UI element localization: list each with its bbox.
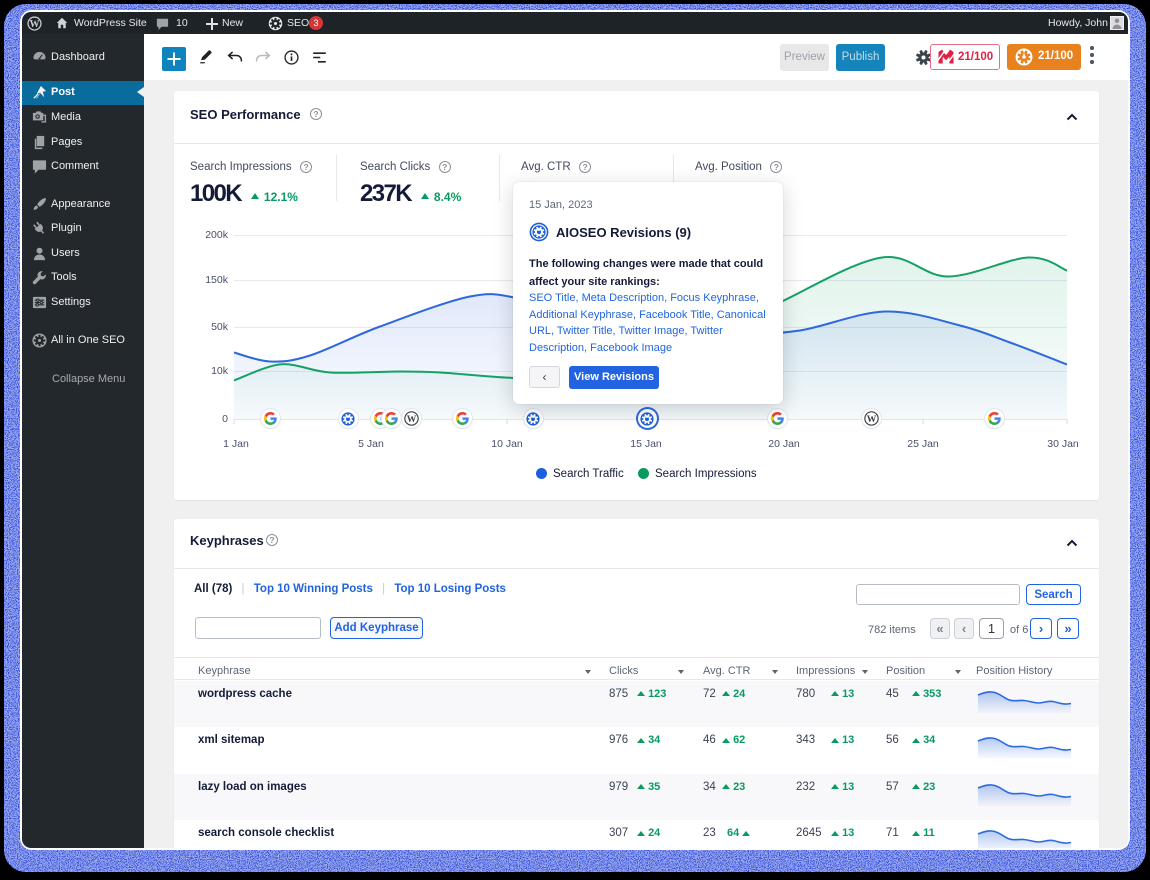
- svg-text:W: W: [29, 19, 39, 30]
